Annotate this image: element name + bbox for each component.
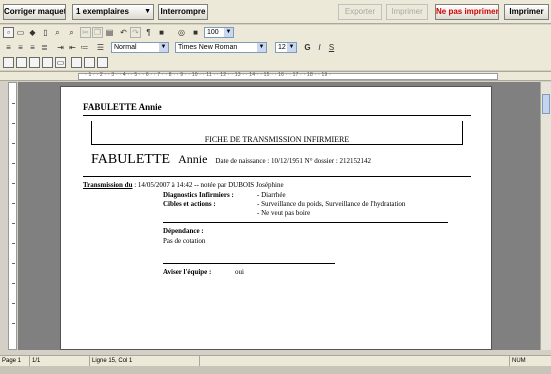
- status-pages: 1/1: [30, 356, 90, 366]
- style-select[interactable]: Normal ▼: [111, 42, 169, 53]
- align-left-icon[interactable]: ≡: [3, 42, 14, 53]
- image-icon[interactable]: ◎: [176, 27, 187, 38]
- fiche-title-box: FICHE DE TRANSMISSION INFIRMIERE: [91, 121, 463, 145]
- ruler-ticks: · 1 · · 2 · · 3 · · 4 · · 5 · · 6 · · 7 …: [85, 72, 331, 78]
- page-header: FABULETTE Annie: [83, 101, 471, 116]
- print-preview-window: Corriger maquette 1 exemplaires ▼ Interro…: [0, 0, 551, 374]
- bullet-list-icon[interactable]: ☰: [95, 42, 106, 53]
- zoom-select[interactable]: 100 ▼: [204, 27, 234, 38]
- aviser-value: oui: [235, 268, 244, 276]
- status-num: NUM: [512, 358, 526, 364]
- cibles-value-1: - Surveillance du poids, Surveillance de…: [257, 200, 406, 208]
- ne-pas-imprimer-button[interactable]: Ne pas imprimer: [435, 4, 499, 20]
- italic-button[interactable]: I: [314, 42, 325, 53]
- chevron-down-icon: ▼: [144, 8, 151, 15]
- font-select[interactable]: Times New Roman ▼: [175, 42, 267, 53]
- frame-icon[interactable]: [97, 57, 108, 68]
- patient-identity: FABULETTE Annie Date de naissance : 10/12/…: [91, 152, 371, 168]
- search-icon[interactable]: ⌕: [66, 27, 77, 38]
- divider: [83, 176, 471, 177]
- line-spacing-icon[interactable]: ≔: [79, 42, 90, 53]
- format-toolbar: ≡ ≡ ≡ ≣ ⇥ ⇤ ≔ ☰ Normal ▼ Times New Roman ▼…: [0, 40, 551, 55]
- taskbar: [0, 366, 551, 374]
- vertical-ruler[interactable]: [8, 82, 17, 350]
- open-folder-icon[interactable]: ▭: [15, 27, 26, 38]
- frame-toolbar: ▭: [0, 55, 551, 70]
- align-center-icon[interactable]: ≡: [15, 42, 26, 53]
- status-empty: [200, 356, 510, 366]
- indent-icon[interactable]: ⇥: [55, 42, 66, 53]
- diagnostics-value: - Diarrhée: [257, 191, 286, 199]
- outdent-icon[interactable]: ⇤: [67, 42, 78, 53]
- dependance-label: Dépendance :: [163, 227, 204, 235]
- interrompre-button[interactable]: Interrompre: [158, 4, 208, 20]
- frame-icon[interactable]: [71, 57, 82, 68]
- border-icon[interactable]: ▭: [55, 57, 66, 68]
- cut-icon[interactable]: ✂: [80, 27, 91, 38]
- copy-icon[interactable]: ❐: [92, 27, 103, 38]
- chevron-down-icon: ▼: [224, 28, 233, 37]
- style-value: Normal: [114, 44, 137, 51]
- standard-toolbar: ▫ ▭ ◆ ▯ ⌕ ⌕ ✂ ❐ ▤ ↶ ↷ ¶ ■ ◎ ■ 100 ▼: [0, 25, 551, 40]
- font-value: Times New Roman: [178, 44, 238, 51]
- header-patient-name: FABULETTE Annie: [83, 102, 162, 112]
- imprimer-button[interactable]: Imprimer: [504, 4, 549, 20]
- dependance-value: Pas de cotation: [163, 237, 206, 245]
- patient-last-name: FABULETTE: [91, 152, 171, 167]
- align-right-icon[interactable]: ≡: [27, 42, 38, 53]
- zoom-value: 100: [207, 29, 219, 36]
- frame-icon[interactable]: ■: [190, 27, 201, 38]
- aviser-label: Aviser l'équipe :: [163, 268, 212, 276]
- vertical-scrollbar[interactable]: [540, 82, 551, 350]
- justify-icon[interactable]: ≣: [39, 42, 50, 53]
- transmission-line: Transmission du : 14/05/2007 à 14:42 -- …: [83, 181, 284, 189]
- paragraph-icon[interactable]: ¶: [143, 27, 154, 38]
- redo-icon[interactable]: ↷: [130, 27, 141, 38]
- transmission-text: : 14/05/2007 à 14:42 -- notée par DUBOIS…: [132, 181, 284, 189]
- corriger-maquette-button[interactable]: Corriger maquette: [3, 4, 66, 20]
- document-page[interactable]: FABULETTE Annie FICHE DE TRANSMISSION IN…: [60, 86, 492, 350]
- horizontal-ruler[interactable]: · 1 · · 2 · · 3 · · 4 · · 5 · · 6 · · 7 …: [0, 71, 551, 81]
- frame-icon[interactable]: [42, 57, 53, 68]
- patient-first-name: Annie: [178, 152, 208, 166]
- frame-icon[interactable]: [29, 57, 40, 68]
- table-icon[interactable]: ■: [156, 27, 167, 38]
- chevron-down-icon: ▼: [159, 43, 168, 52]
- status-bar: Page 1 1/1 Ligne 15, Col 1 NUM: [0, 355, 551, 366]
- status-page: Page 1: [0, 356, 30, 366]
- copies-select[interactable]: 1 exemplaires ▼: [72, 4, 154, 20]
- font-size-select[interactable]: 12 ▼: [275, 42, 297, 53]
- frame-icon[interactable]: [3, 57, 14, 68]
- frame-icon[interactable]: [84, 57, 95, 68]
- status-position: Ligne 15, Col 1: [90, 356, 200, 366]
- frame-icon[interactable]: [16, 57, 27, 68]
- imprimer-apercu-button[interactable]: Imprimer: [386, 4, 428, 20]
- copies-value: 1 exemplaires: [76, 7, 129, 16]
- zoom-icon[interactable]: ⌕: [52, 27, 63, 38]
- exporter-button[interactable]: Exporter: [338, 4, 382, 20]
- paste-icon[interactable]: ▤: [104, 27, 115, 38]
- bold-button[interactable]: G: [302, 42, 313, 53]
- scrollbar-thumb[interactable]: [542, 94, 550, 114]
- cibles-value-2: - Ne veut pas boire: [257, 209, 311, 217]
- patient-dob-dossier: Date de naissance : 10/12/1951 N° dossie…: [215, 157, 372, 165]
- chevron-down-icon: ▼: [257, 43, 266, 52]
- chevron-down-icon: ▼: [287, 43, 296, 52]
- font-size-value: 12: [278, 44, 286, 51]
- top-action-bar: Corriger maquette 1 exemplaires ▼ Interro…: [0, 0, 551, 24]
- divider: [163, 263, 335, 264]
- underline-button[interactable]: S: [326, 42, 337, 53]
- diagnostics-label: Diagnostics Infirmiers :: [163, 191, 234, 199]
- fiche-title: FICHE DE TRANSMISSION INFIRMIERE: [204, 135, 350, 144]
- divider: [163, 222, 448, 223]
- transmission-label: Transmission du: [83, 181, 133, 189]
- save-icon[interactable]: ◆: [27, 27, 38, 38]
- print-icon[interactable]: ▯: [40, 27, 51, 38]
- new-document-icon[interactable]: ▫: [3, 27, 14, 38]
- undo-icon[interactable]: ↶: [118, 27, 129, 38]
- cibles-label: Cibles et actions :: [163, 200, 216, 208]
